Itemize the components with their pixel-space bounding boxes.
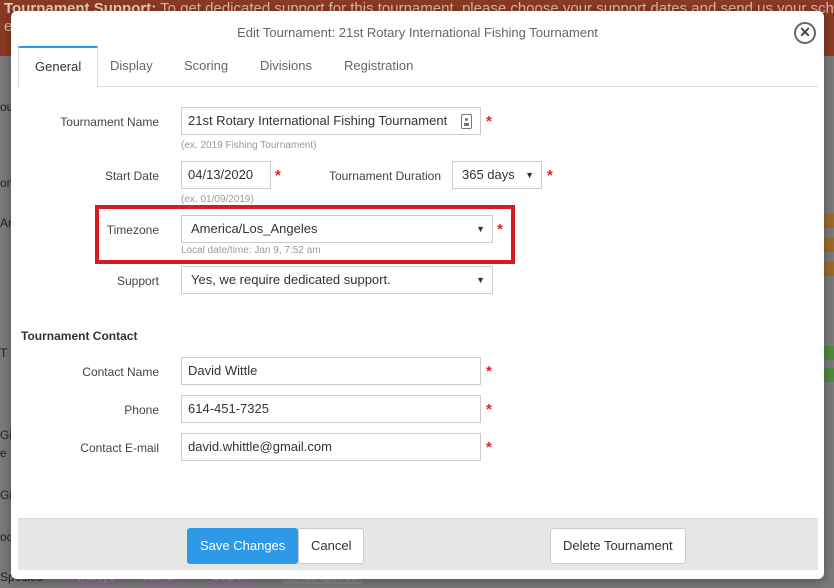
chevron-down-icon: ▼ [525,170,534,180]
start-date-hint: (ex. 01/09/2019) [181,194,254,205]
modal-footer: Save Changes Cancel Delete Tournament [18,518,818,570]
phone-input[interactable]: 614-451-7325 [181,395,481,423]
tournament-name-value: 21st Rotary International Fishing Tourna… [188,113,448,128]
delete-tournament-button[interactable]: Delete Tournament [550,528,686,564]
start-date-label: Start Date [104,169,159,183]
background-text: e [0,446,7,460]
tab-display[interactable]: Display [94,46,169,87]
modal-title: Edit Tournament: 21st Rotary Internation… [237,25,598,40]
edit-tournament-modal: Edit Tournament: 21st Rotary Internation… [11,11,824,579]
tournament-name-input[interactable]: 21st Rotary International Fishing Tourna… [181,107,481,135]
contact-email-input[interactable]: david.whittle@gmail.com [181,433,481,461]
required-indicator: * [547,167,553,184]
save-changes-button[interactable]: Save Changes [187,528,299,564]
tournament-contact-heading: Tournament Contact [21,329,138,343]
duration-select[interactable]: 365 days ▼ [452,161,542,189]
close-button[interactable]: ✕ [794,22,816,44]
contact-name-input[interactable]: David Wittle [181,357,481,385]
tab-scoring[interactable]: Scoring [168,46,244,87]
tab-general[interactable]: General [18,46,99,88]
background-badge [824,368,834,382]
required-indicator: * [275,167,281,184]
required-indicator: * [486,439,492,456]
close-icon: ✕ [799,24,811,40]
background-badge [824,346,834,360]
timezone-label: Timezone [106,223,159,237]
required-indicator: * [486,363,492,380]
tab-registration[interactable]: Registration [328,46,429,87]
contact-card-icon[interactable] [461,114,472,129]
required-indicator: * [486,401,492,418]
timezone-select[interactable]: America/Los_Angeles ▼ [181,215,493,243]
background-badge [824,238,834,252]
duration-label: Tournament Duration [328,169,441,183]
background-text: T [0,346,8,360]
tournament-name-hint: (ex. 2019 Fishing Tournament) [181,140,317,151]
required-indicator: * [497,221,503,238]
contact-name-label: Contact Name [82,365,159,379]
tab-bar: General Display Scoring Divisions Regist… [18,46,818,88]
tab-divisions[interactable]: Divisions [244,46,328,87]
timezone-value: America/Los_Angeles [191,221,318,236]
duration-value: 365 days [462,167,515,182]
chevron-down-icon: ▼ [476,224,485,234]
tournament-name-label: Tournament Name [60,115,159,129]
support-select[interactable]: Yes, we require dedicated support. ▼ [181,266,493,294]
background-badge [824,262,834,276]
support-label: Support [116,274,159,288]
support-value: Yes, we require dedicated support. [191,272,391,287]
cancel-button[interactable]: Cancel [298,528,365,564]
background-badge [824,214,834,228]
chevron-down-icon: ▼ [476,275,485,285]
required-indicator: * [486,113,492,130]
start-date-input[interactable]: 04/13/2020 [181,161,271,189]
timezone-local-time: Local date/time: Jan 9, 7:52 am [181,245,321,256]
phone-label: Phone [124,403,159,417]
contact-email-label: Contact E-mail [80,441,159,455]
